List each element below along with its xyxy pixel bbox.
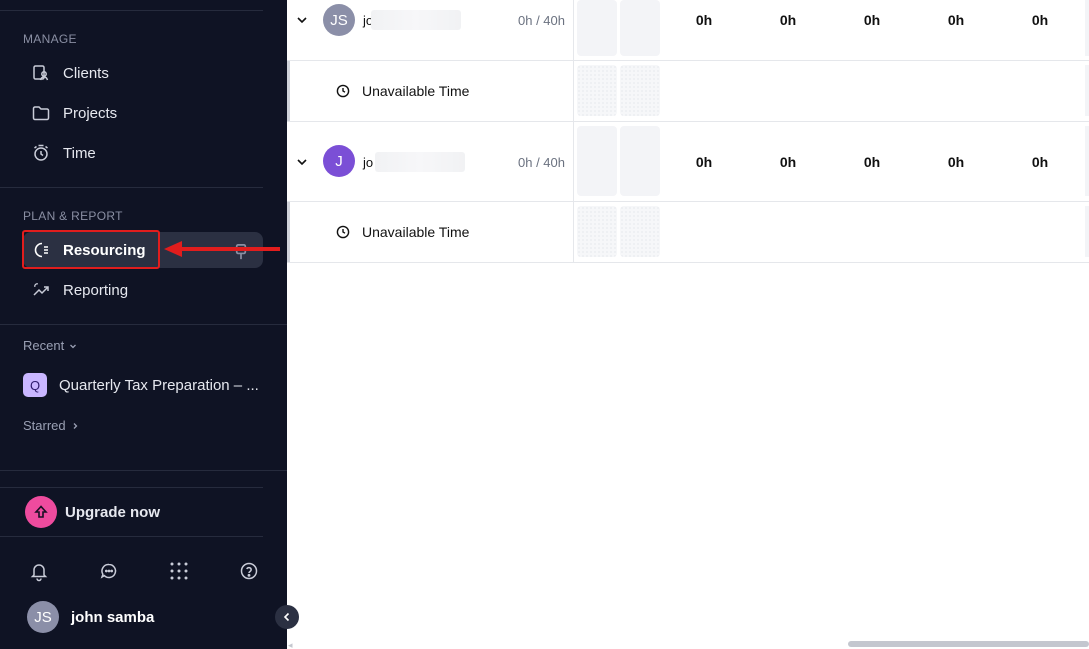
clock-icon [336,84,350,98]
divider [0,187,263,188]
person-cell: JS jo 0h / 40h [287,0,574,60]
hours-cell[interactable]: 0h [852,154,892,170]
weekend-cell [577,65,617,116]
sidebar-item-label: Time [63,144,96,162]
hours-cell[interactable]: 0h [684,154,724,170]
table-row: Unavailable Time [287,61,1089,122]
upgrade-label: Upgrade now [65,503,161,521]
chevron-right-icon [73,422,78,429]
horizontal-scrollbar[interactable] [848,641,1089,647]
avatar: J [323,145,355,177]
upgrade-button[interactable]: Upgrade now [25,496,160,528]
sidebar-item-time[interactable]: Time [23,135,263,171]
chat-icon[interactable] [98,560,120,582]
sidebar-item-reporting[interactable]: Reporting [23,272,263,308]
hours-cell[interactable]: 0h [852,12,892,28]
clock-icon [336,225,350,239]
clients-icon [33,65,49,81]
table-row: Unavailable Time [287,202,1089,263]
upgrade-arrow-icon [25,496,57,528]
redacted-name [375,152,465,172]
weekend-cell [577,126,617,196]
recent-item-quarterly-tax[interactable]: Q Quarterly Tax Preparation – ... [23,373,268,397]
weekend-cell [620,126,660,196]
stopwatch-icon [34,144,48,161]
divider [0,487,263,488]
avatar: JS [27,601,59,633]
resourcing-grid: JS jo 0h / 40h 0h 0h 0h 0h 0h Unavailabl… [287,0,1089,649]
weekend-cell [620,206,660,257]
sidebar: MANAGE Clients Projects Time PLAN & REPO… [0,0,287,649]
person-name: jo [363,155,374,170]
recent-item-label: Quarterly Tax Preparation – ... [59,376,259,394]
table-row: JS jo 0h / 40h 0h 0h 0h 0h 0h [287,0,1089,61]
hours-cell[interactable]: 0h [768,154,808,170]
sidebar-item-projects[interactable]: Projects [23,95,263,131]
hours-cell[interactable]: 0h [1020,154,1060,170]
divider [0,324,287,325]
user-name: john samba [71,608,155,626]
weekend-cell [620,0,660,56]
user-profile[interactable]: JS john samba [27,601,154,633]
next-week-cell [1085,65,1089,116]
next-week-cell [1085,206,1089,257]
chevron-left-icon [283,612,290,622]
weekend-cell [577,0,617,56]
chevron-down-icon [70,344,77,348]
hours-cell[interactable]: 0h [768,12,808,28]
starred-label: Starred [23,418,66,433]
next-week-cell [1085,0,1089,56]
weekend-cell [620,65,660,116]
hours-cell[interactable]: 0h [936,154,976,170]
bottom-toolbar [28,560,260,582]
redacted-name [371,10,461,30]
sidebar-item-label: Reporting [63,281,129,299]
resourcing-highlight-box [22,230,160,269]
sub-row-label: Unavailable Time [362,83,470,99]
recent-toggle[interactable]: Recent [23,338,78,353]
person-cell: J jo 0h / 40h [287,122,574,201]
sidebar-item-label: Projects [63,104,118,122]
next-week-cell [1085,126,1089,196]
avatar: JS [323,4,355,36]
unavailable-time-label[interactable]: Unavailable Time [336,83,469,99]
help-icon[interactable] [238,560,260,582]
sub-row-label: Unavailable Time [362,224,470,240]
unavailable-time-label[interactable]: Unavailable Time [336,224,469,240]
project-badge: Q [23,373,47,397]
chevron-down-icon[interactable] [295,13,309,27]
unavailable-time-cell: Unavailable Time [287,61,574,121]
annotation-arrow-icon [164,241,280,257]
hours-cell[interactable]: 0h [684,12,724,28]
hours-cell[interactable]: 0h [936,12,976,28]
scroll-left-arrow-icon[interactable]: ◂ [288,640,293,649]
capacity-label: 0h / 40h [518,155,565,170]
apps-grid-icon[interactable] [168,560,190,582]
recent-label: Recent [23,338,65,353]
divider [0,10,263,11]
reporting-icon [33,283,49,296]
folder-icon [32,106,50,121]
collapse-sidebar-button[interactable] [275,605,299,629]
bell-icon[interactable] [28,560,50,582]
divider [0,470,287,471]
unavailable-time-cell: Unavailable Time [287,202,574,262]
table-row: J jo 0h / 40h 0h 0h 0h 0h 0h [287,122,1089,202]
weekend-cell [577,206,617,257]
starred-toggle[interactable]: Starred [23,418,80,433]
chevron-down-icon[interactable] [295,155,309,169]
hours-cell[interactable]: 0h [1020,12,1060,28]
sidebar-item-clients[interactable]: Clients [23,55,263,91]
manage-section-label: MANAGE [23,32,77,46]
capacity-label: 0h / 40h [518,13,565,28]
sidebar-item-label: Clients [63,64,109,82]
plan-report-section-label: PLAN & REPORT [23,209,123,223]
divider [0,536,263,537]
